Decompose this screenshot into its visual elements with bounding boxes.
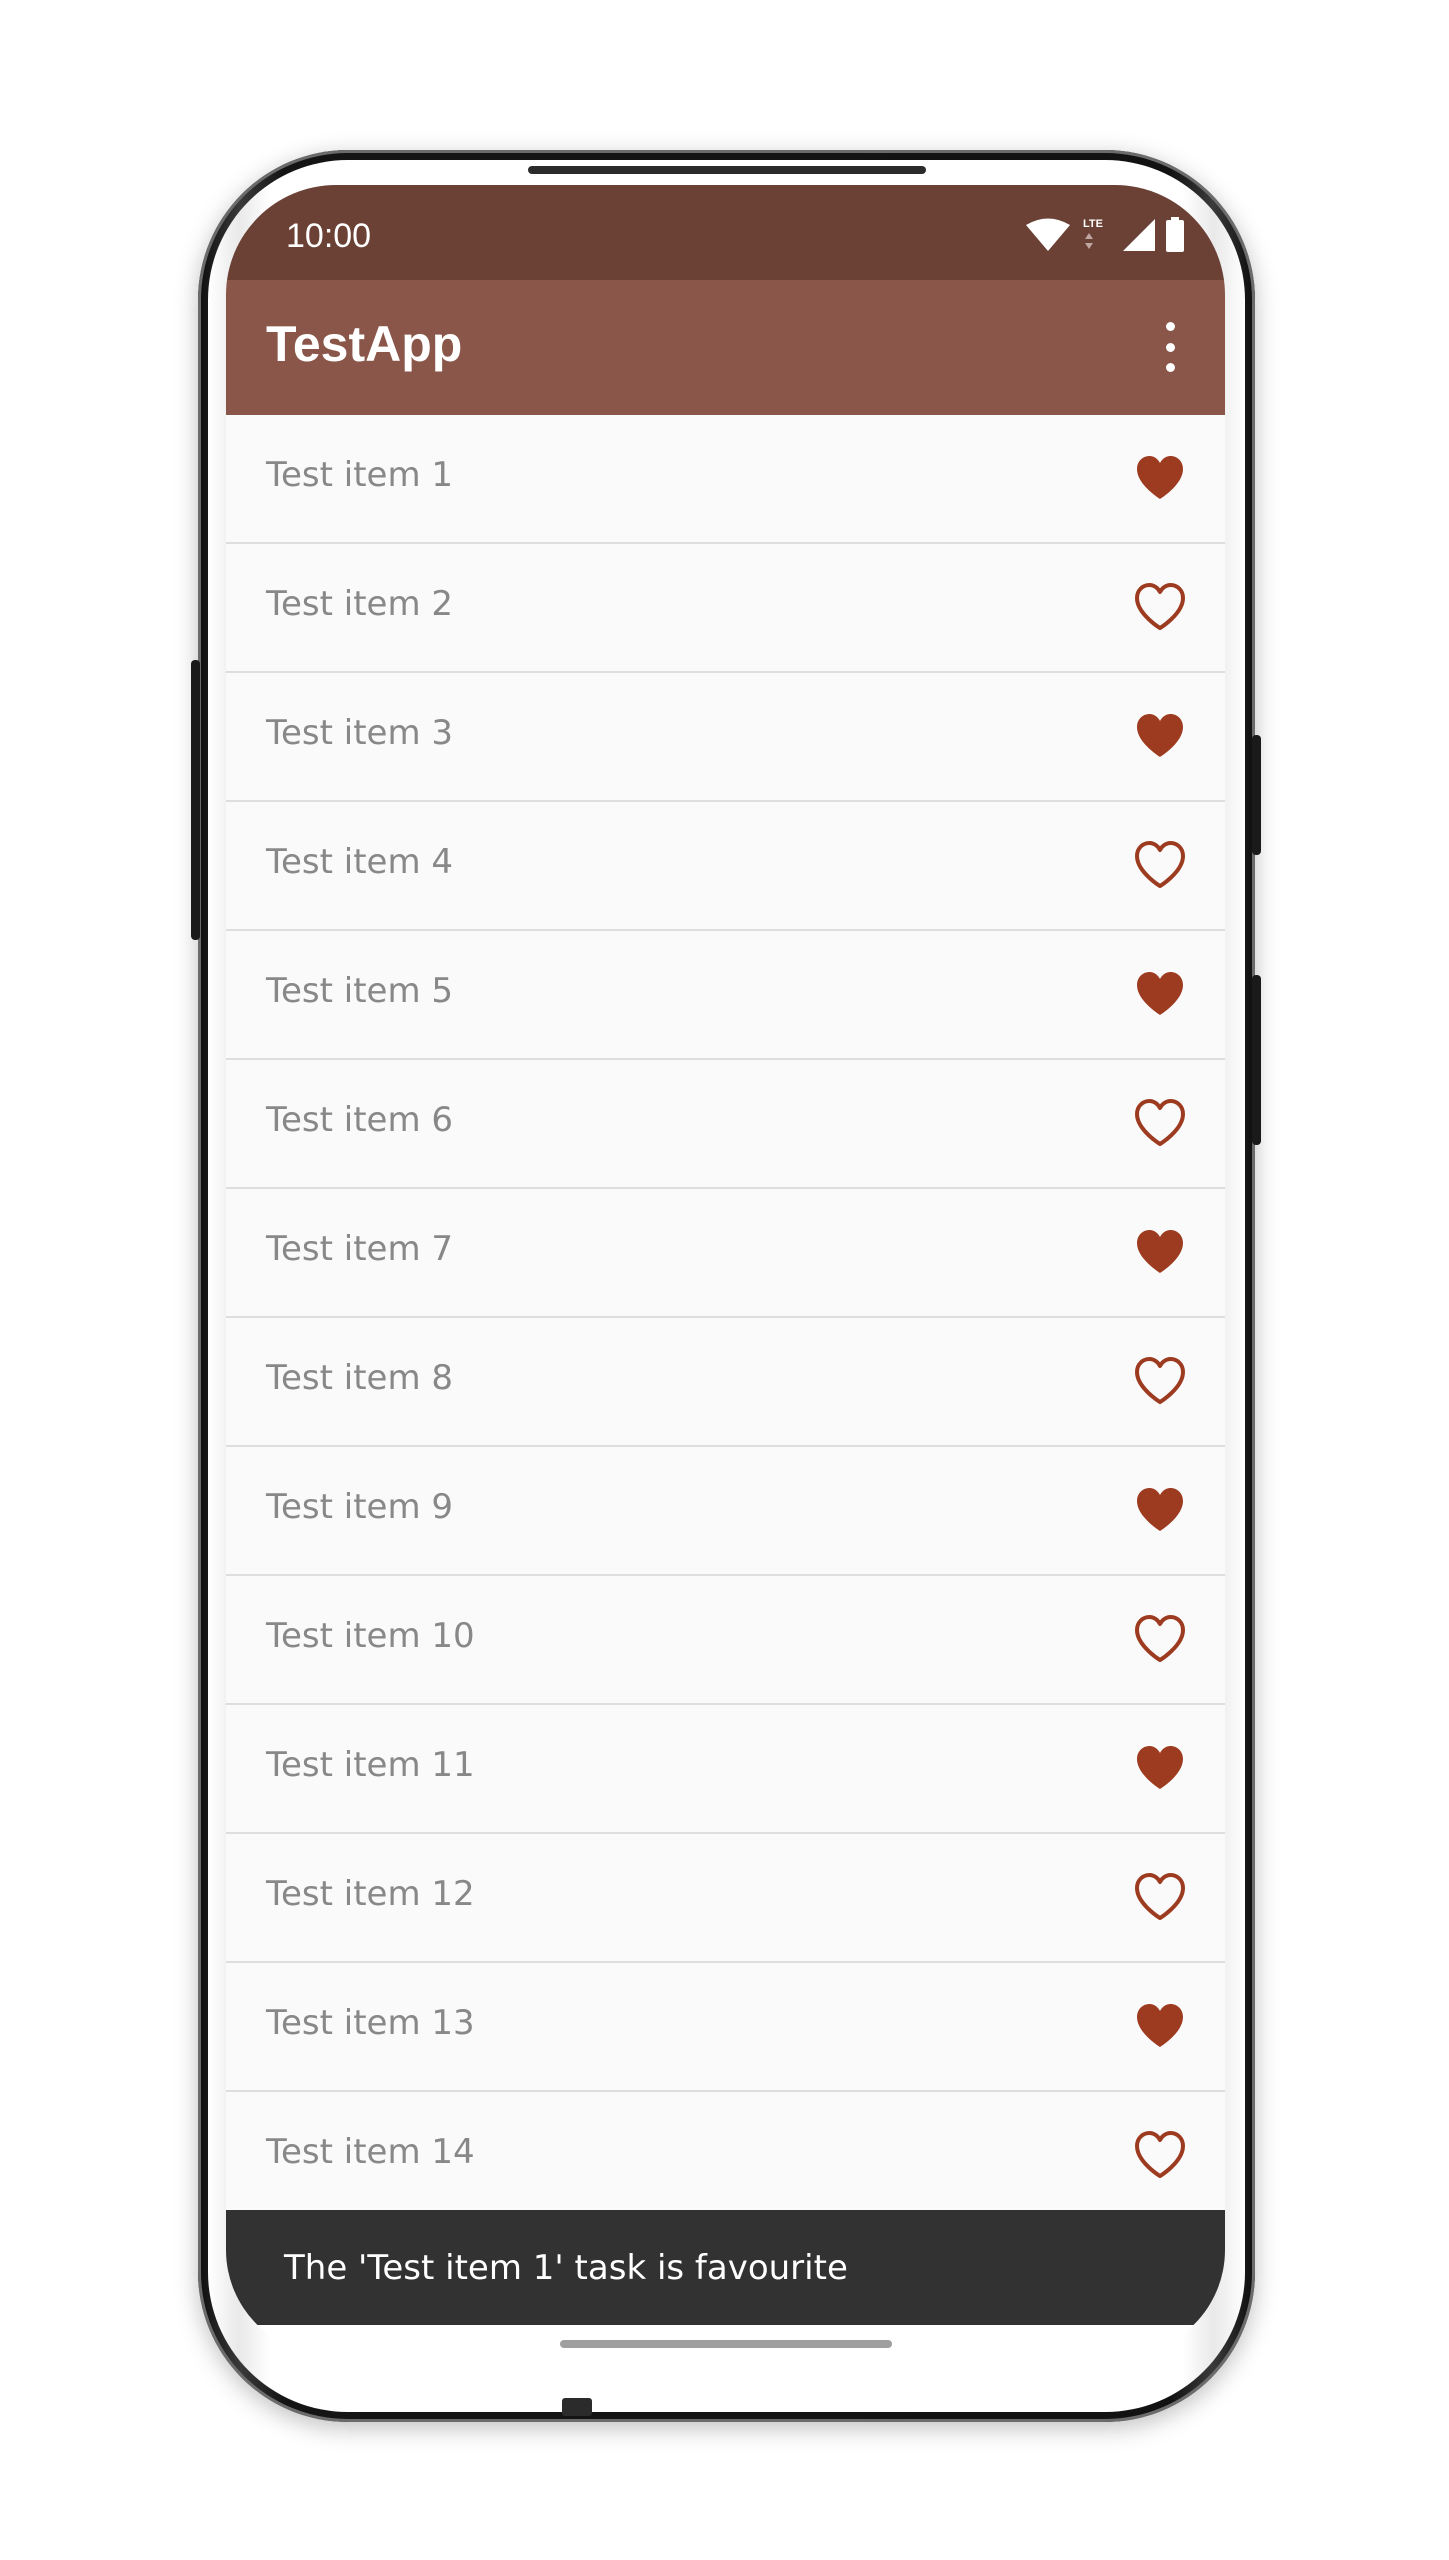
list-item[interactable]: Test item 14 bbox=[226, 2092, 1225, 2221]
list-item-label: Test item 6 bbox=[266, 1100, 454, 1140]
favourite-outline-icon[interactable] bbox=[1133, 838, 1187, 892]
list-item-label: Test item 2 bbox=[266, 584, 454, 624]
wifi-icon bbox=[1026, 218, 1070, 251]
favourite-filled-icon[interactable] bbox=[1133, 709, 1187, 763]
list-item-label: Test item 5 bbox=[266, 971, 454, 1011]
menu-dot bbox=[1165, 322, 1175, 331]
list-item-label: Test item 1 bbox=[266, 455, 454, 495]
favourite-outline-icon[interactable] bbox=[1133, 1354, 1187, 1408]
list-item[interactable]: Test item 13 bbox=[226, 1963, 1225, 2092]
favourite-filled-icon[interactable] bbox=[1133, 1999, 1187, 2053]
list-item[interactable]: Test item 10 bbox=[226, 1576, 1225, 1705]
snackbar-message: The 'Test item 1' task is favourite bbox=[284, 2248, 848, 2288]
alert-slider bbox=[1252, 735, 1261, 855]
favourite-filled-icon[interactable] bbox=[1133, 967, 1187, 1021]
usb-port bbox=[562, 2398, 592, 2416]
list-item-label: Test item 3 bbox=[266, 713, 454, 753]
app-title: TestApp bbox=[266, 316, 463, 372]
status-bar: 10:00 LTE bbox=[226, 185, 1225, 280]
list-item-label: Test item 4 bbox=[266, 842, 454, 882]
list-item-label: Test item 7 bbox=[266, 1229, 454, 1269]
favourite-outline-icon[interactable] bbox=[1133, 1096, 1187, 1150]
list-item[interactable]: Test item 6 bbox=[226, 1060, 1225, 1189]
home-indicator[interactable] bbox=[560, 2340, 892, 2348]
snackbar: The 'Test item 1' task is favourite bbox=[226, 2210, 1225, 2325]
battery-icon bbox=[1166, 217, 1184, 252]
favourite-filled-icon[interactable] bbox=[1133, 1741, 1187, 1795]
menu-dot bbox=[1165, 342, 1175, 352]
list-item[interactable]: Test item 8 bbox=[226, 1318, 1225, 1447]
list-item[interactable]: Test item 12 bbox=[226, 1834, 1225, 1963]
device-frame: 10:00 LTE TestApp Test item 1 Test item … bbox=[0, 0, 1449, 2560]
more-vert-icon[interactable] bbox=[1155, 322, 1185, 372]
list-item[interactable]: Test item 11 bbox=[226, 1705, 1225, 1834]
list-item-label: Test item 10 bbox=[266, 1616, 475, 1656]
favourite-outline-icon[interactable] bbox=[1133, 1612, 1187, 1666]
list-item[interactable]: Test item 4 bbox=[226, 802, 1225, 931]
network-type-label: LTE bbox=[1083, 218, 1103, 230]
list-item[interactable]: Test item 1 bbox=[226, 415, 1225, 544]
list-item-label: Test item 11 bbox=[266, 1745, 475, 1785]
list-item[interactable]: Test item 3 bbox=[226, 673, 1225, 802]
list-item-label: Test item 12 bbox=[266, 1874, 475, 1914]
list-item-label: Test item 13 bbox=[266, 2003, 475, 2043]
status-time: 10:00 bbox=[286, 217, 372, 255]
favourite-filled-icon[interactable] bbox=[1133, 451, 1187, 505]
list-item[interactable]: Test item 2 bbox=[226, 544, 1225, 673]
signal-icon bbox=[1123, 219, 1155, 251]
favourite-filled-icon[interactable] bbox=[1133, 1483, 1187, 1537]
list-item-label: Test item 14 bbox=[266, 2132, 475, 2172]
list-item-label: Test item 9 bbox=[266, 1487, 454, 1527]
favourite-filled-icon[interactable] bbox=[1133, 1225, 1187, 1279]
list-item-label: Test item 8 bbox=[266, 1358, 454, 1398]
lte-icon: LTE bbox=[1083, 218, 1103, 249]
list-item[interactable]: Test item 5 bbox=[226, 931, 1225, 1060]
list-item[interactable]: Test item 7 bbox=[226, 1189, 1225, 1318]
power-button bbox=[1252, 975, 1261, 1145]
status-icons: LTE bbox=[1025, 215, 1185, 255]
item-list: Test item 1 Test item 2 Test item 3 Test it… bbox=[226, 415, 1225, 2221]
list-item[interactable]: Test item 9 bbox=[226, 1447, 1225, 1576]
favourite-outline-icon[interactable] bbox=[1133, 2128, 1187, 2182]
earpiece bbox=[528, 166, 926, 174]
favourite-outline-icon[interactable] bbox=[1133, 580, 1187, 634]
menu-dot bbox=[1165, 363, 1175, 372]
volume-button bbox=[191, 660, 200, 940]
favourite-outline-icon[interactable] bbox=[1133, 1870, 1187, 1924]
app-bar: TestApp bbox=[226, 280, 1225, 415]
screen: 10:00 LTE TestApp Test item 1 Test item … bbox=[226, 185, 1225, 2355]
